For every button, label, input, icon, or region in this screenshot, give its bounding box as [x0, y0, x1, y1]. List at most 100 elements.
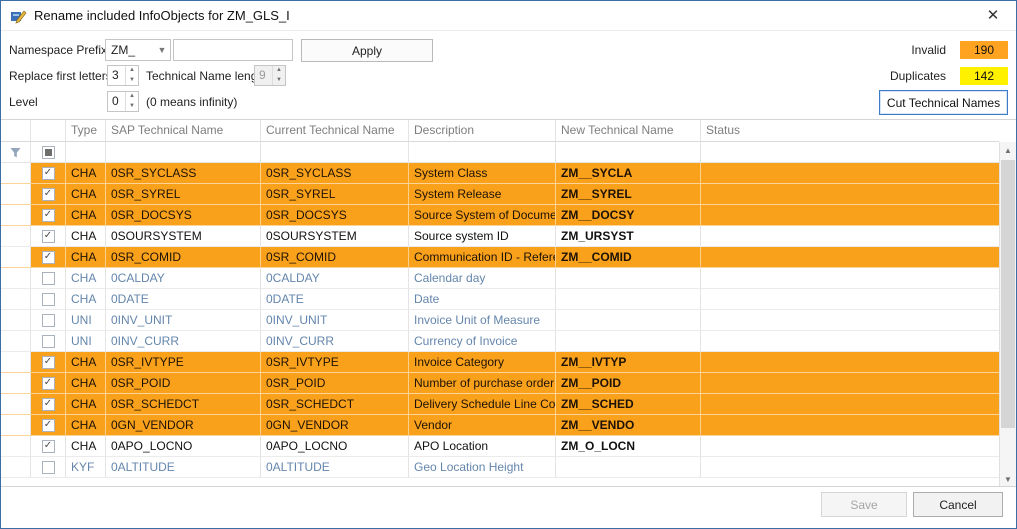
row-select-cell[interactable]: ✓ — [31, 436, 66, 456]
table-row[interactable]: ✓CHA0SR_SCHEDCT0SR_SCHEDCTDelivery Sched… — [1, 394, 999, 415]
row-select-cell[interactable] — [31, 289, 66, 309]
scrollbar-track[interactable] — [1000, 159, 1016, 471]
cell-description: Communication ID - Refere... — [409, 247, 556, 267]
row-select-cell[interactable] — [31, 331, 66, 351]
table-row[interactable]: ✓CHA0SOURSYSTEM0SOURSYSTEMSource system … — [1, 226, 999, 247]
vertical-scrollbar[interactable]: ▲ ▼ — [999, 142, 1016, 487]
cell-sap-technical-name: 0SOURSYSTEM — [106, 226, 261, 246]
filter-cell-current[interactable] — [261, 142, 409, 162]
filter-icon-cell[interactable] — [1, 142, 31, 162]
apply-button[interactable]: Apply — [301, 39, 433, 62]
column-header-status[interactable]: Status — [701, 120, 999, 141]
row-select-cell[interactable]: ✓ — [31, 205, 66, 225]
table-row[interactable]: ✓CHA0SR_IVTYPE0SR_IVTYPEInvoice Category… — [1, 352, 999, 373]
cell-status — [701, 352, 999, 372]
scroll-up-icon[interactable]: ▲ — [1000, 142, 1016, 159]
scroll-down-icon[interactable]: ▼ — [1000, 471, 1016, 487]
spin-up-icon[interactable]: ▲ — [126, 66, 138, 76]
column-header-sap-technical-name[interactable]: SAP Technical Name — [106, 120, 261, 141]
cell-current-technical-name: 0SR_IVTYPE — [261, 352, 409, 372]
row-checkbox[interactable] — [42, 314, 55, 327]
table-row[interactable]: ✓CHA0GN_VENDOR0GN_VENDORVendorZM__VENDO — [1, 415, 999, 436]
table-row[interactable]: KYF0ALTITUDE0ALTITUDEGeo Location Height — [1, 457, 999, 478]
namespace-prefix-label: Namespace Prefix — [9, 39, 107, 61]
table-row[interactable]: UNI0INV_UNIT0INV_UNITInvoice Unit of Mea… — [1, 310, 999, 331]
namespace-suffix-input[interactable] — [173, 39, 293, 61]
row-checkbox[interactable] — [42, 272, 55, 285]
chevron-down-icon[interactable]: ▼ — [154, 45, 170, 55]
filter-cell-status[interactable] — [701, 142, 999, 162]
row-checkbox[interactable]: ✓ — [42, 230, 55, 243]
row-checkbox[interactable]: ✓ — [42, 188, 55, 201]
namespace-prefix-combo[interactable]: ZM_ ▼ — [105, 39, 171, 61]
row-select-cell[interactable]: ✓ — [31, 163, 66, 183]
row-indicator — [1, 310, 31, 330]
table-row[interactable]: ✓CHA0SR_SYREL0SR_SYRELSystem ReleaseZM__… — [1, 184, 999, 205]
row-checkbox[interactable]: ✓ — [42, 209, 55, 222]
row-checkbox[interactable]: ✓ — [42, 419, 55, 432]
filter-cell-new[interactable] — [556, 142, 701, 162]
row-checkbox[interactable]: ✓ — [42, 377, 55, 390]
filter-cell-description[interactable] — [409, 142, 556, 162]
filter-cell-type[interactable] — [66, 142, 106, 162]
table-row[interactable]: CHA0DATE0DATEDate — [1, 289, 999, 310]
cut-technical-names-button[interactable]: Cut Technical Names — [879, 90, 1008, 115]
row-select-cell[interactable] — [31, 268, 66, 288]
cell-current-technical-name: 0INV_CURR — [261, 331, 409, 351]
table-row[interactable]: UNI0INV_CURR0INV_CURRCurrency of Invoice — [1, 331, 999, 352]
column-header-current-technical-name[interactable]: Current Technical Name — [261, 120, 409, 141]
table-row[interactable]: ✓CHA0APO_LOCNO0APO_LOCNOAPO LocationZM_O… — [1, 436, 999, 457]
spin-up-icon[interactable]: ▲ — [126, 92, 138, 102]
row-checkbox[interactable]: ✓ — [42, 167, 55, 180]
row-checkbox[interactable] — [42, 293, 55, 306]
row-checkbox[interactable] — [42, 461, 55, 474]
row-checkbox[interactable]: ✓ — [42, 356, 55, 369]
cell-status — [701, 268, 999, 288]
cell-sap-technical-name: 0SR_IVTYPE — [106, 352, 261, 372]
column-header-new-technical-name[interactable]: New Technical Name — [556, 120, 701, 141]
table-row[interactable]: CHA0CALDAY0CALDAYCalendar day — [1, 268, 999, 289]
row-checkbox[interactable]: ✓ — [42, 440, 55, 453]
cell-status — [701, 394, 999, 414]
row-select-cell[interactable]: ✓ — [31, 415, 66, 435]
cell-type: CHA — [66, 394, 106, 414]
table-row[interactable]: ✓CHA0SR_SYCLASS0SR_SYCLASSSystem ClassZM… — [1, 163, 999, 184]
select-all-cell[interactable] — [31, 142, 66, 162]
column-header-type[interactable]: Type — [66, 120, 106, 141]
select-all-checkbox[interactable] — [42, 146, 55, 159]
cell-new-technical-name — [556, 310, 701, 330]
scrollbar-thumb[interactable] — [1001, 160, 1015, 428]
table-row[interactable]: ✓CHA0SR_DOCSYS0SR_DOCSYSSource System of… — [1, 205, 999, 226]
row-checkbox[interactable]: ✓ — [42, 251, 55, 264]
save-button[interactable]: Save — [821, 492, 907, 517]
row-select-cell[interactable] — [31, 310, 66, 330]
header-checkbox-cell — [31, 120, 66, 141]
cell-sap-technical-name: 0CALDAY — [106, 268, 261, 288]
spin-down-icon[interactable]: ▼ — [126, 102, 138, 112]
row-select-cell[interactable]: ✓ — [31, 184, 66, 204]
cell-new-technical-name: ZM__SCHED — [556, 394, 701, 414]
column-header-description[interactable]: Description — [409, 120, 556, 141]
spin-down-icon[interactable]: ▼ — [126, 76, 138, 86]
row-select-cell[interactable]: ✓ — [31, 373, 66, 393]
row-select-cell[interactable]: ✓ — [31, 226, 66, 246]
cell-sap-technical-name: 0APO_LOCNO — [106, 436, 261, 456]
table-row[interactable]: ✓CHA0SR_COMID0SR_COMIDCommunication ID -… — [1, 247, 999, 268]
row-select-cell[interactable] — [31, 457, 66, 477]
footer-buttons: Save Cancel — [821, 492, 1003, 517]
level-spinner[interactable]: 0 ▲▼ — [107, 91, 139, 112]
cell-status — [701, 310, 999, 330]
row-select-cell[interactable]: ✓ — [31, 394, 66, 414]
duplicates-count-badge: 142 — [960, 67, 1008, 85]
replace-first-letters-spinner[interactable]: 3 ▲▼ — [107, 65, 139, 86]
cancel-button[interactable]: Cancel — [913, 492, 1003, 517]
row-indicator — [1, 247, 31, 267]
row-checkbox[interactable]: ✓ — [42, 398, 55, 411]
row-checkbox[interactable] — [42, 335, 55, 348]
cell-description: Vendor — [409, 415, 556, 435]
table-row[interactable]: ✓CHA0SR_POID0SR_POIDNumber of purchase o… — [1, 373, 999, 394]
row-select-cell[interactable]: ✓ — [31, 247, 66, 267]
filter-cell-sap[interactable] — [106, 142, 261, 162]
row-select-cell[interactable]: ✓ — [31, 352, 66, 372]
close-icon[interactable]: ✕ — [978, 1, 1008, 31]
